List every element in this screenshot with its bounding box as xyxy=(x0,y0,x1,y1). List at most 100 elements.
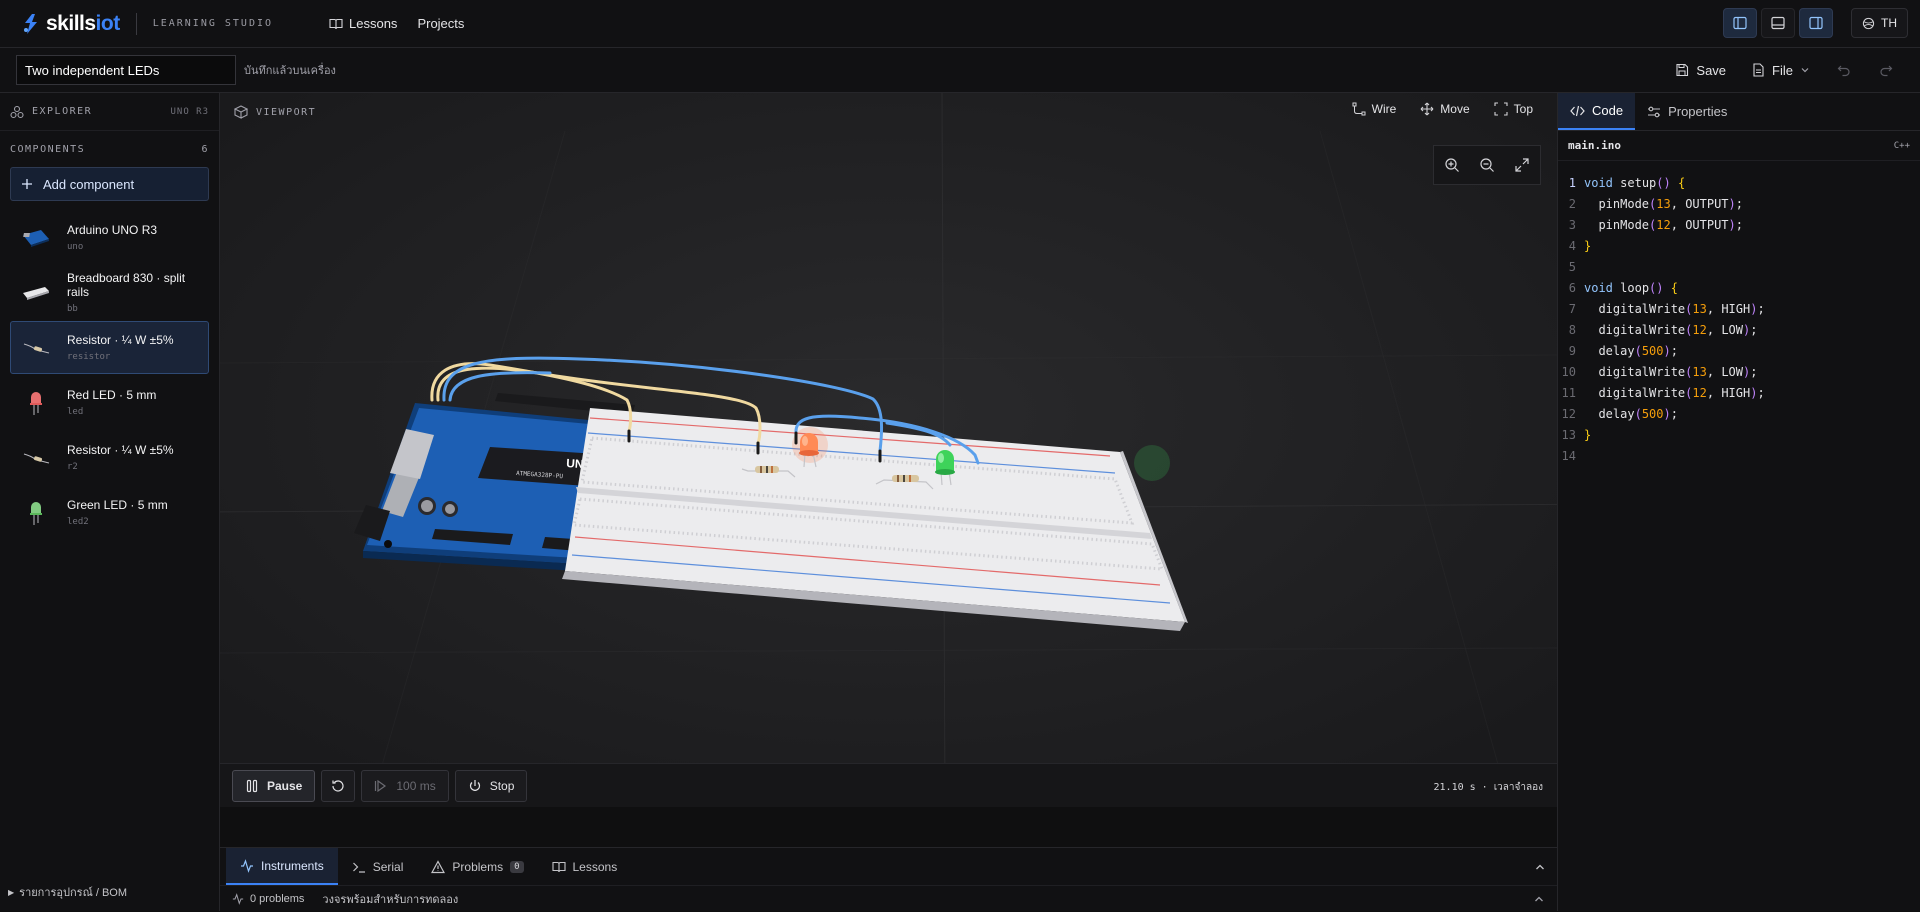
tab-serial[interactable]: Serial xyxy=(338,848,418,885)
green-led-icon xyxy=(21,498,51,528)
add-component-button[interactable]: Add component xyxy=(10,167,209,201)
line-number: 4 xyxy=(1568,239,1576,253)
stop-button[interactable]: Stop xyxy=(454,769,528,802)
bom-toggle[interactable]: ▶ รายการอุปกรณ์ / BOM xyxy=(8,883,127,901)
step-label: 100 ms xyxy=(396,778,436,793)
file-menu-button[interactable]: File xyxy=(1742,54,1820,86)
sliders-icon xyxy=(1648,106,1661,117)
chevron-up-icon[interactable] xyxy=(1533,893,1545,905)
red-led-icon xyxy=(21,388,51,418)
line-number: 13 xyxy=(1561,428,1576,442)
tab-problems[interactable]: Problems 0 xyxy=(417,848,537,885)
code-line[interactable]: 11 digitalWrite(12, HIGH); xyxy=(1558,383,1920,404)
project-title-input[interactable] xyxy=(16,55,236,85)
code-line[interactable]: 10 digitalWrite(13, LOW); xyxy=(1558,362,1920,383)
zoom-out-button[interactable] xyxy=(1473,151,1501,179)
tab-properties[interactable]: Properties xyxy=(1635,93,1739,130)
code-line[interactable]: 4} xyxy=(1558,236,1920,257)
component-name: Red LED · 5 mm xyxy=(67,388,157,402)
explorer-label: EXPLORER xyxy=(32,106,93,117)
component-item-resistor[interactable]: Resistor · ¼ W ±5% resistor xyxy=(10,321,209,374)
zoom-controls xyxy=(1433,145,1541,185)
code-line[interactable]: 2 pinMode(13, OUTPUT); xyxy=(1558,194,1920,215)
redo-icon xyxy=(1880,65,1893,77)
component-item-r2[interactable]: Resistor · ¼ W ±5% r2 xyxy=(10,431,209,484)
code-line[interactable]: 12 delay(500); xyxy=(1558,404,1920,425)
code-line[interactable]: 1 void setup() { xyxy=(1558,173,1920,194)
explorer-sidebar: EXPLORER UNO R3 COMPONENTS 6 Add compone… xyxy=(0,93,220,911)
component-item-led[interactable]: Red LED · 5 mm led xyxy=(10,376,209,429)
component-name: Breadboard 830 · split rails xyxy=(67,271,186,299)
code-line[interactable]: 8 digitalWrite(12, LOW); xyxy=(1558,320,1920,341)
code-icon xyxy=(1570,105,1585,116)
language-label: TH xyxy=(1881,16,1897,30)
resistor-icon xyxy=(21,443,51,473)
status-bar: 0 problems วงจรพร้อมสำหรับการทดลอง xyxy=(220,886,1557,912)
component-name: Resistor · ¼ W ±5% xyxy=(67,443,174,457)
nav-lessons[interactable]: Lessons xyxy=(329,16,397,31)
globe-icon xyxy=(1862,17,1875,29)
toggle-bottom-panel-button[interactable] xyxy=(1761,8,1795,38)
save-icon xyxy=(1676,63,1689,77)
toggle-right-panel-button[interactable] xyxy=(1799,8,1833,38)
toggle-left-panel-button[interactable] xyxy=(1723,8,1757,38)
component-id: led xyxy=(67,407,84,417)
language-button[interactable]: TH xyxy=(1851,8,1908,38)
simulation-controls: Pause 100 ms Stop 21.10 s · เวลาจำลอง xyxy=(220,763,1557,807)
save-button[interactable]: Save xyxy=(1665,54,1736,86)
circuit-scene[interactable]: UNO ATMEGA328P-PU xyxy=(220,93,1557,807)
code-text: } xyxy=(1584,239,1592,253)
code-text: pinMode(13, OUTPUT); xyxy=(1598,197,1744,211)
code-line[interactable]: 14 xyxy=(1558,446,1920,467)
collapse-panel-button[interactable] xyxy=(1523,848,1557,885)
code-line[interactable]: 9 delay(500); xyxy=(1558,341,1920,362)
explorer-header: EXPLORER UNO R3 xyxy=(0,93,219,131)
line-number: 12 xyxy=(1561,407,1576,421)
tab-label: Serial xyxy=(372,859,404,874)
pause-button[interactable]: Pause xyxy=(232,769,316,802)
resistor-icon xyxy=(21,333,51,363)
right-tabs: Code Properties xyxy=(1558,93,1920,131)
fullscreen-button[interactable] xyxy=(1508,151,1536,179)
code-line[interactable]: 13} xyxy=(1558,425,1920,446)
plus-icon xyxy=(22,179,32,189)
line-number: 5 xyxy=(1568,260,1576,274)
code-line[interactable]: 7 digitalWrite(13, HIGH); xyxy=(1558,299,1920,320)
viewport[interactable]: UNO ATMEGA328P-PU VIEWPORT Wire Move Top… xyxy=(220,93,1557,807)
tab-code[interactable]: Code xyxy=(1558,93,1636,130)
power-icon xyxy=(469,779,480,791)
reset-button[interactable] xyxy=(321,769,356,802)
bottom-tabs: Instruments Serial Problems 0 Lessons xyxy=(220,848,1557,886)
zoom-in-button[interactable] xyxy=(1438,151,1466,179)
code-line[interactable]: 3 pinMode(12, OUTPUT); xyxy=(1558,215,1920,236)
component-item-uno[interactable]: Arduino UNO R3 uno xyxy=(10,211,209,264)
components-count: 6 xyxy=(201,143,209,155)
component-item-led2[interactable]: Green LED · 5 mm led2 xyxy=(10,486,209,539)
top-bar: skillsiot LEARNING STUDIO Lessons Projec… xyxy=(0,0,1920,48)
tab-properties-label: Properties xyxy=(1668,104,1728,119)
component-id: uno xyxy=(67,242,84,252)
book-icon xyxy=(329,18,343,29)
undo-button[interactable] xyxy=(1826,54,1862,86)
line-number: 1 xyxy=(1568,176,1576,190)
redo-button[interactable] xyxy=(1868,54,1904,86)
step-button[interactable]: 100 ms xyxy=(361,769,449,802)
problems-status: 0 problems xyxy=(250,893,305,905)
chevron-down-icon xyxy=(1801,68,1809,73)
code-line[interactable]: 6 void loop() { xyxy=(1558,278,1920,299)
viewport-header: VIEWPORT xyxy=(220,93,1557,131)
code-text: delay(500); xyxy=(1598,407,1678,421)
code-line[interactable]: 5 xyxy=(1558,257,1920,278)
problems-badge: 0 xyxy=(510,860,524,873)
brand[interactable]: skillsiot LEARNING STUDIO xyxy=(22,12,273,36)
zoom-out-icon xyxy=(1480,158,1494,172)
tab-lessons[interactable]: Lessons xyxy=(538,848,632,885)
expand-icon xyxy=(1515,158,1529,172)
file-language: C++ xyxy=(1893,140,1910,151)
component-item-bb[interactable]: Breadboard 830 · split rails bb xyxy=(10,266,209,319)
code-editor[interactable]: 1 void setup() {2 pinMode(13, OUTPUT); 3 p… xyxy=(1558,161,1920,467)
nav-projects[interactable]: Projects xyxy=(417,16,464,31)
tab-instruments[interactable]: Instruments xyxy=(226,848,338,885)
add-component-label: Add component xyxy=(43,176,135,192)
terminal-icon xyxy=(352,862,365,873)
